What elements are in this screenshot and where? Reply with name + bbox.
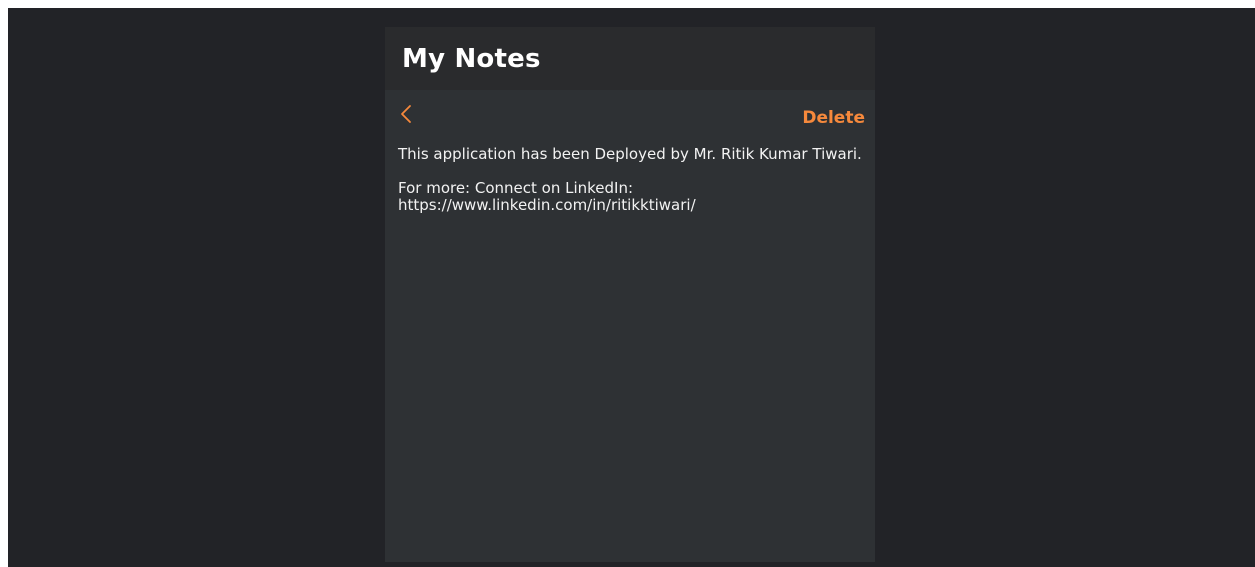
delete-button[interactable]: Delete bbox=[802, 108, 865, 128]
note-paragraph: This application has been Deployed by Mr… bbox=[398, 145, 862, 163]
app-header: My Notes bbox=[385, 27, 875, 90]
note-paragraph: For more: Connect on LinkedIn: https://w… bbox=[398, 179, 696, 214]
chevron-left-icon bbox=[401, 105, 411, 123]
page-background: My Notes Delete This application has bee… bbox=[8, 8, 1255, 567]
back-button[interactable] bbox=[397, 102, 417, 126]
note-content[interactable]: This application has been Deployed by Mr… bbox=[385, 136, 875, 214]
app-title: My Notes bbox=[402, 43, 541, 74]
note-toolbar: Delete bbox=[385, 90, 875, 136]
notes-app-panel: My Notes Delete This application has bee… bbox=[385, 27, 875, 562]
